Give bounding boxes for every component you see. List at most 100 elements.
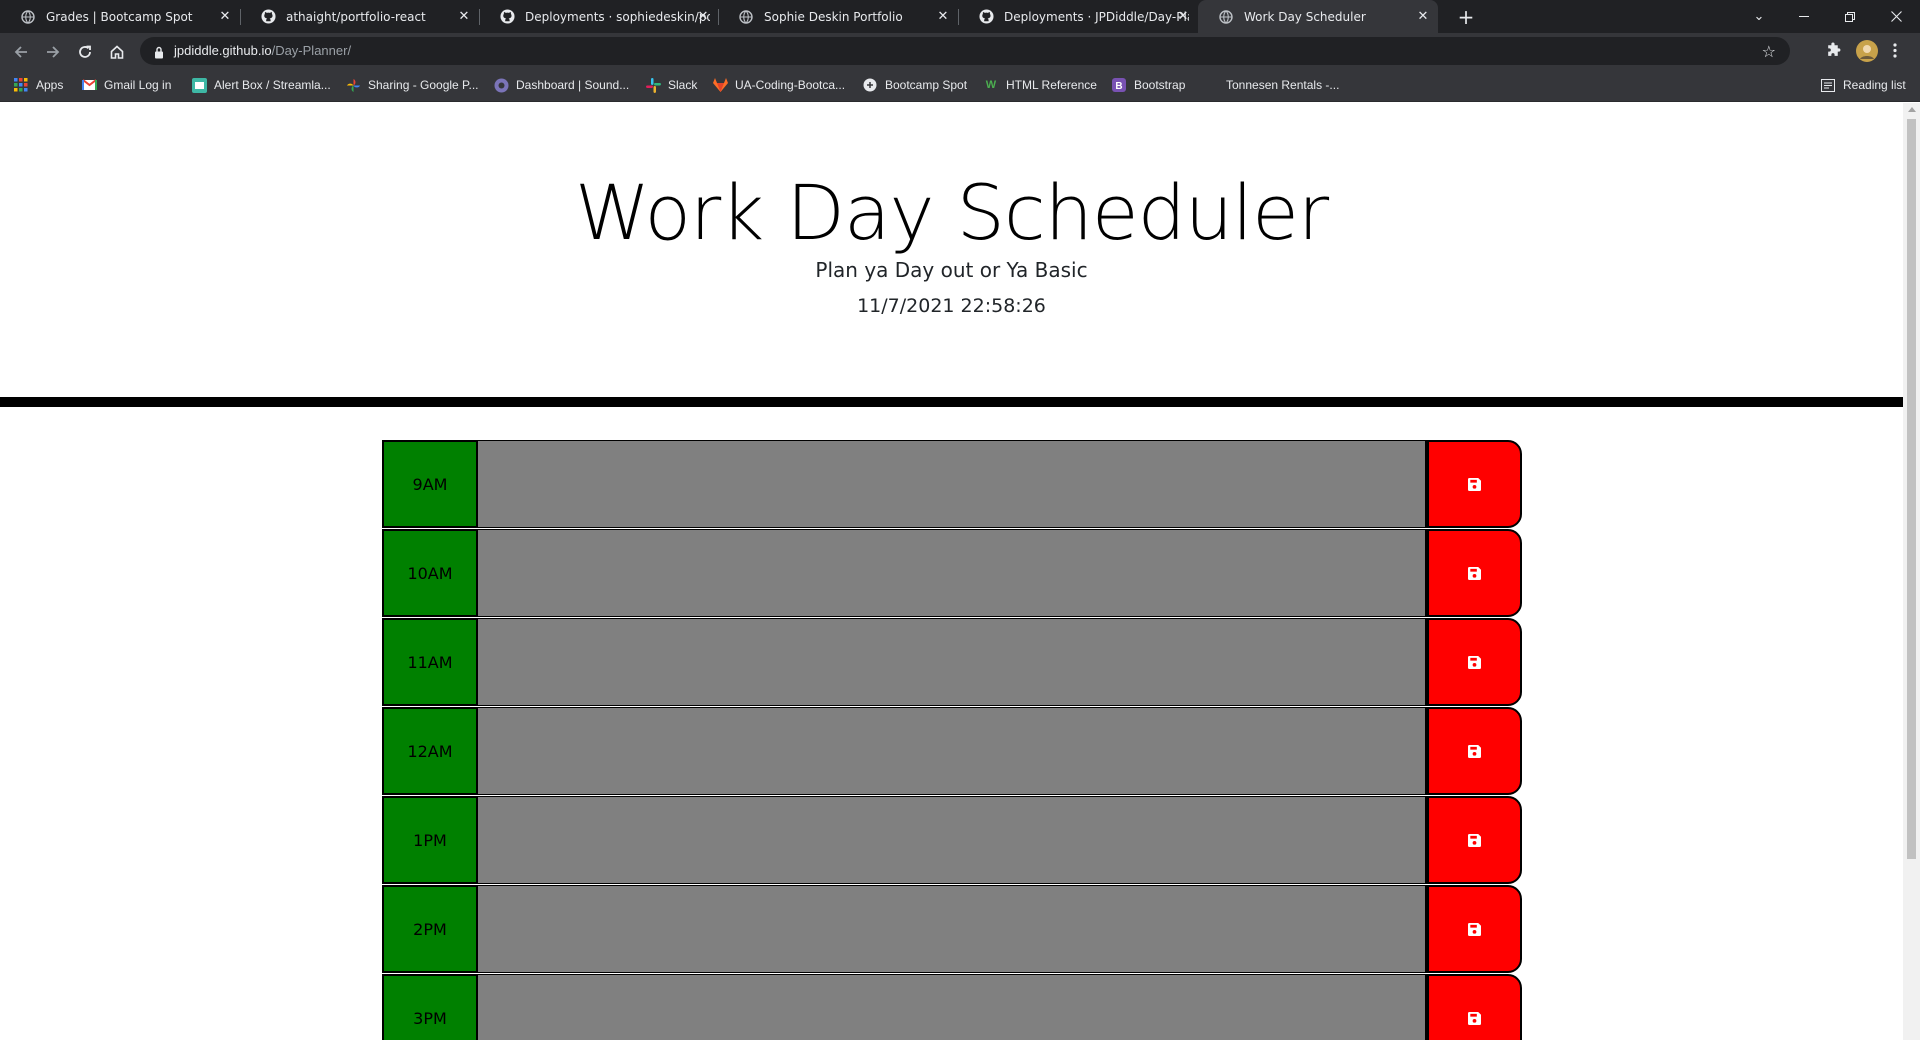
apps-grid-icon: [13, 77, 29, 93]
save-button[interactable]: [1427, 707, 1522, 795]
save-button[interactable]: [1427, 618, 1522, 706]
hour-label: 2PM: [382, 885, 476, 973]
back-button[interactable]: [8, 39, 34, 65]
time-block-row: 1PM: [382, 796, 1522, 885]
tab-search-icon[interactable]: ⌄: [1736, 0, 1782, 33]
home-button[interactable]: [104, 39, 130, 65]
time-block-row: 3PM: [382, 974, 1522, 1040]
close-tab-icon[interactable]: ✕: [696, 9, 710, 24]
close-tab-icon[interactable]: ✕: [1176, 9, 1190, 24]
close-tab-icon[interactable]: ✕: [218, 9, 232, 24]
close-tab-icon[interactable]: ✕: [1416, 9, 1430, 24]
save-button[interactable]: [1427, 974, 1522, 1040]
scroll-up-arrow-icon[interactable]: [1908, 107, 1916, 112]
bookmark-gmail[interactable]: Gmail Log in: [81, 77, 171, 93]
google-photos-icon: [345, 77, 361, 93]
bookmark-bootstrap[interactable]: B Bootstrap: [1111, 77, 1185, 93]
hour-label: 1PM: [382, 796, 476, 884]
save-button[interactable]: [1427, 796, 1522, 884]
bookmark-label: UA-Coding-Bootca...: [735, 78, 846, 92]
bookmarks-bar: Apps Gmail Log in Alert Box / Streamla..…: [0, 70, 1920, 102]
save-icon: [1468, 833, 1481, 847]
save-button[interactable]: [1427, 440, 1522, 528]
url-path: /Day-Planner/: [271, 43, 352, 58]
tab-deployments-jpdiddle[interactable]: Deployments · JPDiddle/Day-Plan ✕: [958, 0, 1198, 33]
save-icon: [1468, 566, 1481, 580]
schedule-container: 9AM 10AM 11AM 12AM 1PM 2PM 3PM: [382, 440, 1522, 1040]
bookmark-soundcloud[interactable]: Dashboard | Sound...: [493, 77, 629, 93]
bootstrap-icon: B: [1111, 77, 1127, 93]
bookmark-bootcamp-spot[interactable]: Bootcamp Spot: [862, 77, 967, 93]
time-block-row: 2PM: [382, 885, 1522, 974]
extensions-icon[interactable]: [1825, 42, 1842, 63]
svg-text:B: B: [1115, 81, 1122, 92]
tab-work-day-scheduler[interactable]: Work Day Scheduler ✕: [1198, 0, 1438, 33]
description-textarea[interactable]: [476, 618, 1427, 706]
save-icon: [1468, 744, 1481, 758]
save-icon: [1468, 922, 1481, 936]
time-block-row: 10AM: [382, 529, 1522, 618]
hour-label: 12AM: [382, 707, 476, 795]
url-text[interactable]: jpdiddle.github.io/Day-Planner/: [174, 43, 351, 58]
bookmark-google-photos[interactable]: Sharing - Google P...: [345, 77, 479, 93]
bookmark-html-reference[interactable]: W HTML Reference: [983, 77, 1097, 93]
scrollbar-thumb[interactable]: [1907, 119, 1916, 859]
minimize-button[interactable]: [1781, 0, 1827, 33]
hour-label: 9AM: [382, 440, 476, 528]
page-viewport: Work Day Scheduler Plan ya Day out or Ya…: [0, 103, 1903, 1040]
description-textarea[interactable]: [476, 529, 1427, 617]
description-textarea[interactable]: [476, 974, 1427, 1040]
bookmark-apps[interactable]: Apps: [13, 77, 63, 93]
page-scrollbar[interactable]: [1903, 103, 1920, 1040]
hour-label: 10AM: [382, 529, 476, 617]
tab-strip: Grades | Bootcamp Spot ✕ athaight/portfo…: [0, 0, 1920, 33]
description-textarea[interactable]: [476, 885, 1427, 973]
bookmark-label: Dashboard | Sound...: [516, 78, 630, 92]
save-button[interactable]: [1427, 529, 1522, 617]
description-textarea[interactable]: [476, 707, 1427, 795]
close-tab-icon[interactable]: ✕: [457, 9, 471, 24]
tab-grades[interactable]: Grades | Bootcamp Spot ✕: [0, 0, 240, 33]
w3-icon: W: [985, 79, 997, 91]
bookmark-star-icon[interactable]: ☆: [1762, 42, 1776, 61]
description-textarea[interactable]: [476, 796, 1427, 884]
time-block-row: 9AM: [382, 440, 1522, 529]
tab-sophie-portfolio[interactable]: Sophie Deskin Portfolio ✕: [718, 0, 958, 33]
globe-icon: [738, 9, 754, 25]
save-icon: [1468, 477, 1481, 491]
bookmark-gitlab[interactable]: UA-Coding-Bootca...: [712, 77, 845, 93]
hour-label: 3PM: [382, 974, 476, 1040]
restore-button[interactable]: [1827, 0, 1873, 33]
hour-label: 11AM: [382, 618, 476, 706]
close-tab-icon[interactable]: ✕: [936, 9, 950, 24]
gitlab-icon: [712, 77, 728, 93]
description-textarea[interactable]: [476, 440, 1427, 528]
reading-list-button[interactable]: Reading list: [1820, 77, 1906, 93]
globe-icon: [862, 77, 878, 93]
tab-portfolio-react[interactable]: athaight/portfolio-react ✕: [240, 0, 479, 33]
address-bar[interactable]: jpdiddle.github.io/Day-Planner/ ☆: [140, 37, 1790, 65]
chrome-menu-icon[interactable]: [1893, 43, 1897, 62]
close-window-button[interactable]: [1873, 0, 1919, 33]
header-jumbotron: Work Day Scheduler Plan ya Day out or Ya…: [0, 103, 1903, 398]
tab-title: Work Day Scheduler: [1244, 9, 1366, 24]
github-icon: [978, 9, 994, 25]
reading-list-label: Reading list: [1843, 78, 1906, 92]
lock-icon[interactable]: [154, 44, 164, 63]
alertbox-icon: [191, 77, 207, 93]
profile-avatar[interactable]: [1856, 40, 1878, 66]
globe-icon: [20, 9, 36, 25]
bookmark-tonnesen-rentals[interactable]: Tonnesen Rentals -...: [1203, 77, 1339, 93]
new-tab-button[interactable]: +: [1454, 5, 1478, 29]
forward-button[interactable]: [40, 39, 66, 65]
bookmark-slack[interactable]: Slack: [645, 77, 697, 93]
bookmark-label: Apps: [36, 78, 64, 92]
header-divider: [0, 397, 1903, 407]
bookmark-label: Tonnesen Rentals -...: [1226, 78, 1340, 92]
tab-deployments-sophie[interactable]: Deployments · sophiedeskin/port ✕: [479, 0, 718, 33]
reload-button[interactable]: [72, 39, 98, 65]
save-button[interactable]: [1427, 885, 1522, 973]
bookmark-label: Alert Box / Streamla...: [214, 78, 331, 92]
bookmark-alertbox[interactable]: Alert Box / Streamla...: [191, 77, 331, 93]
gmail-icon: [81, 77, 97, 93]
